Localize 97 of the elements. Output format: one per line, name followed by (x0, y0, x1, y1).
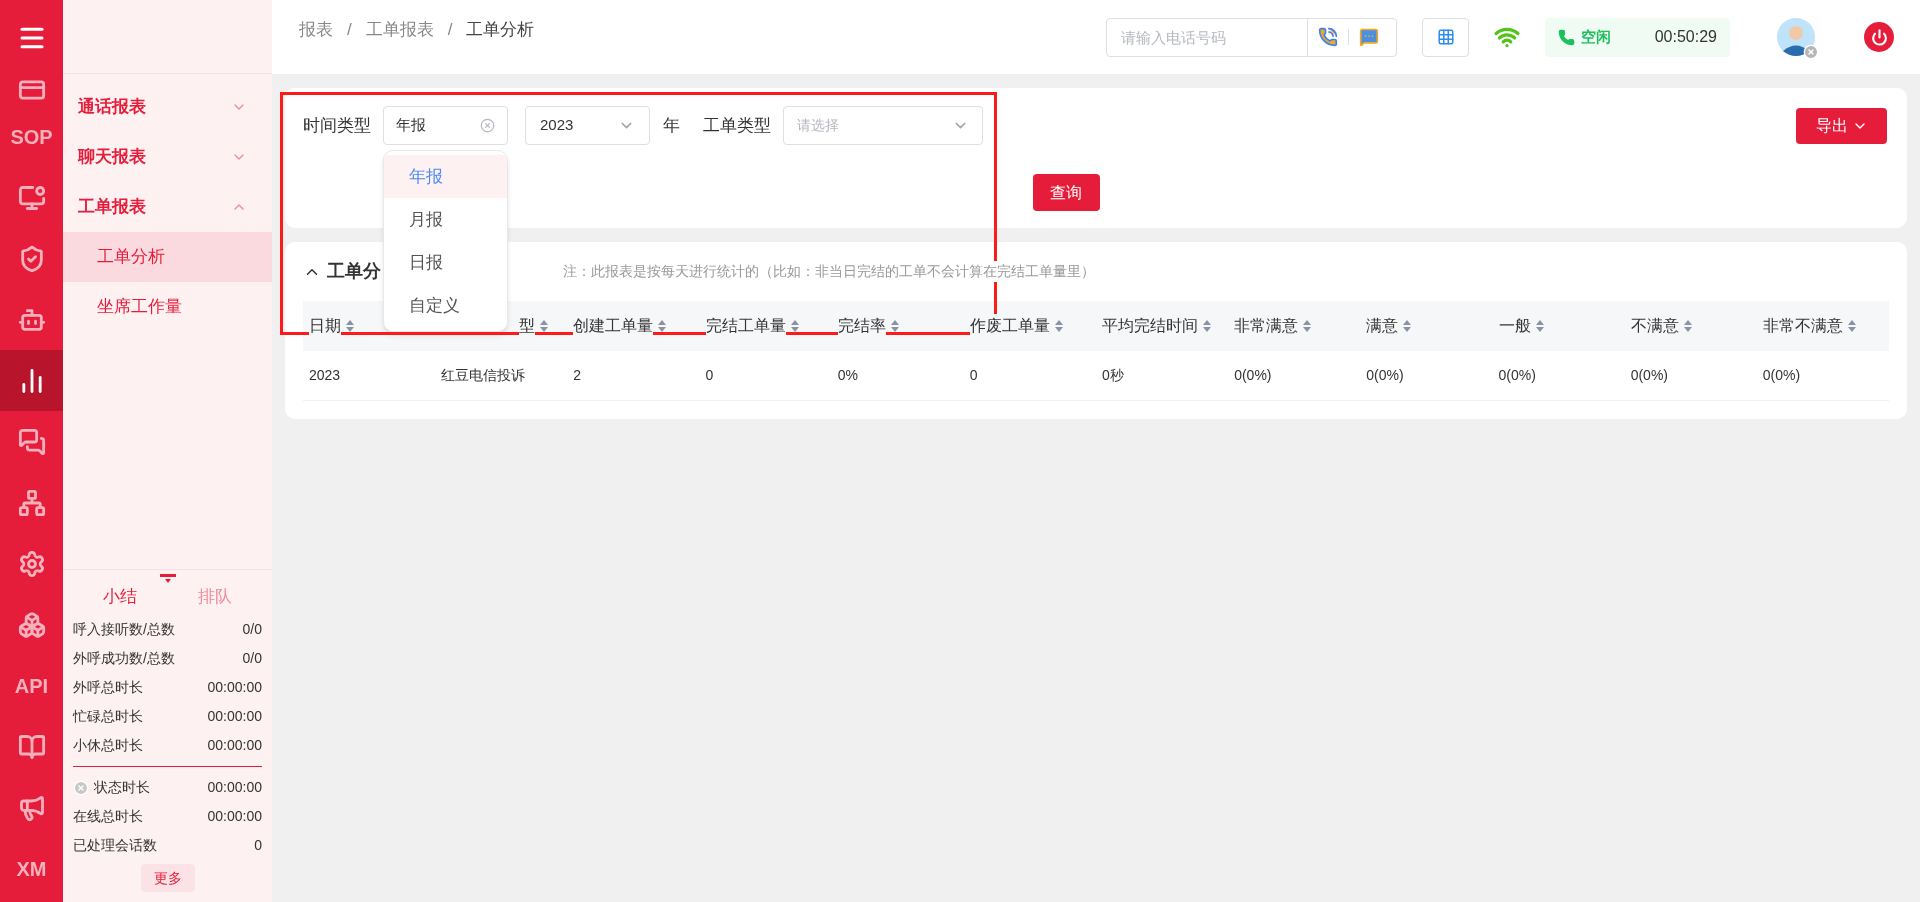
menu-item[interactable]: 坐席工作量 (63, 282, 272, 332)
sort-icon[interactable] (345, 319, 355, 333)
stat-label: 在线总时长 (73, 807, 143, 826)
breadcrumb-separator: / (347, 19, 352, 42)
sort-icon[interactable] (889, 319, 900, 333)
stat-label: 状态时长 (94, 778, 150, 797)
stat-label: 小休总时长 (73, 736, 143, 755)
breadcrumb-separator: / (447, 19, 453, 42)
dialpad-button[interactable] (1422, 17, 1469, 57)
dropdown-option[interactable]: 日报 (384, 241, 507, 284)
settings-icon[interactable] (17, 549, 46, 578)
sort-icon[interactable] (1534, 319, 1545, 333)
stat-label: 忙碌总时长 (73, 707, 143, 726)
sort-icon[interactable] (1302, 319, 1313, 333)
book-icon[interactable] (17, 732, 46, 761)
sort-icon[interactable] (1682, 319, 1693, 333)
sort-icon[interactable] (789, 319, 800, 333)
table-cell-text: 0(0%) (1497, 366, 1537, 385)
rail-label[interactable]: XM (16, 853, 47, 884)
table-cell-text: 红豆电信投诉 (440, 366, 527, 385)
megaphone-icon[interactable] (17, 793, 46, 822)
menu-item[interactable]: 工单分析 (63, 232, 272, 282)
table-cell-text: 0(0%) (1629, 366, 1669, 385)
phone-icon (1558, 28, 1575, 46)
table-cell-text: 2 (572, 366, 583, 385)
dropdown-option[interactable]: 月报 (384, 198, 507, 241)
stat-label: 外呼成功数/总数 (73, 649, 175, 668)
rail-item-selected[interactable] (0, 350, 63, 411)
close-circle-icon[interactable] (1803, 44, 1819, 60)
stat-label: 呼入接听数/总数 (73, 620, 175, 639)
menu-group[interactable]: 通话报表 (63, 82, 272, 132)
summary-tab[interactable]: 小结 (95, 583, 146, 609)
column-header: 创建工单量 (573, 314, 654, 338)
power-button[interactable] (1864, 22, 1894, 52)
stat-value: 0/0 (242, 620, 262, 639)
menu-group[interactable]: 聊天报表 (63, 132, 272, 182)
table-cell-text: 0% (836, 366, 859, 385)
chat-icon[interactable] (1359, 27, 1379, 47)
stat-label: 已处理会话数 (73, 836, 157, 855)
report-title: 工单分 (327, 260, 381, 283)
hexagons-icon[interactable] (17, 610, 46, 639)
table-cell-text: 0 (968, 366, 979, 385)
stat-value: 00:00:00 (207, 707, 262, 726)
sort-icon[interactable] (539, 319, 550, 333)
org-chart-icon[interactable] (17, 488, 46, 517)
summary-tab[interactable]: 排队 (189, 583, 240, 609)
close-circle-icon[interactable] (73, 779, 89, 796)
stat-value: 00:00:00 (207, 807, 262, 826)
breadcrumb-item[interactable]: 报表 (299, 17, 333, 43)
table-cell-text: 2023 (308, 366, 342, 385)
table-cell-text: 0(0%) (1233, 366, 1273, 385)
dropdown-option[interactable]: 自定义 (384, 284, 507, 327)
power-icon (1870, 28, 1888, 46)
phone-icon[interactable] (1318, 27, 1338, 47)
stat-value: 00:00:00 (207, 778, 262, 797)
more-button[interactable]: 更多 (140, 864, 195, 892)
sort-icon[interactable] (1846, 319, 1857, 333)
dialpad-icon (1436, 28, 1455, 46)
menu-group[interactable]: 工单报表 (63, 182, 272, 232)
phone-input-field[interactable]: 请输入电话号码 (1107, 18, 1307, 56)
stat-value: 0 (254, 836, 262, 855)
sort-icon[interactable] (1053, 319, 1064, 333)
status-label: 空闲 (1581, 26, 1611, 47)
export-button[interactable]: 导出 (1796, 107, 1887, 144)
rail-label[interactable]: SOP (10, 121, 53, 152)
year-select[interactable]: 2023 (525, 106, 650, 145)
time-type-select[interactable]: 年报 (383, 106, 508, 145)
stat-value: 0/0 (242, 649, 262, 668)
table-cell-text: 0(0%) (1365, 366, 1405, 385)
status-pill[interactable]: 空闲 00:50:29 (1545, 17, 1730, 57)
sort-icon[interactable] (1402, 319, 1413, 333)
clear-icon[interactable] (480, 118, 495, 133)
stat-value: 00:00:00 (207, 678, 262, 697)
stat-label: 外呼总时长 (73, 678, 143, 697)
sort-icon[interactable] (1202, 319, 1212, 333)
monitor-icon[interactable] (17, 183, 46, 212)
breadcrumb-item: 工单分析 (466, 19, 535, 42)
year-unit: 年 (663, 114, 680, 137)
field-label: 时间类型 (303, 114, 371, 137)
phone-search-field[interactable]: 请输入电话号码 (1106, 17, 1397, 57)
stat-value: 00:00:00 (207, 736, 262, 755)
table-cell-text: 0秒 (1101, 366, 1125, 385)
tab-indicator-icon (159, 573, 176, 584)
query-button[interactable]: 查询 (1032, 174, 1100, 211)
table-cell-text: 0 (704, 366, 715, 385)
sort-icon[interactable] (657, 319, 668, 333)
avatar-icon[interactable] (1777, 18, 1815, 56)
rail-label[interactable]: API (14, 670, 49, 701)
table-cell-text: 0(0%) (1761, 366, 1802, 385)
column-header: 作废工单量 (969, 314, 1050, 338)
chat-bubbles-icon[interactable] (17, 427, 46, 456)
dropdown-option[interactable]: 年报 (384, 155, 507, 198)
column-header: 完结工单量 (705, 314, 786, 338)
status-timer: 00:50:29 (1654, 27, 1717, 47)
field-label: 工单类型 (703, 114, 771, 137)
column-header: 完结率 (837, 314, 886, 338)
breadcrumb-item[interactable]: 工单报表 (365, 17, 434, 43)
